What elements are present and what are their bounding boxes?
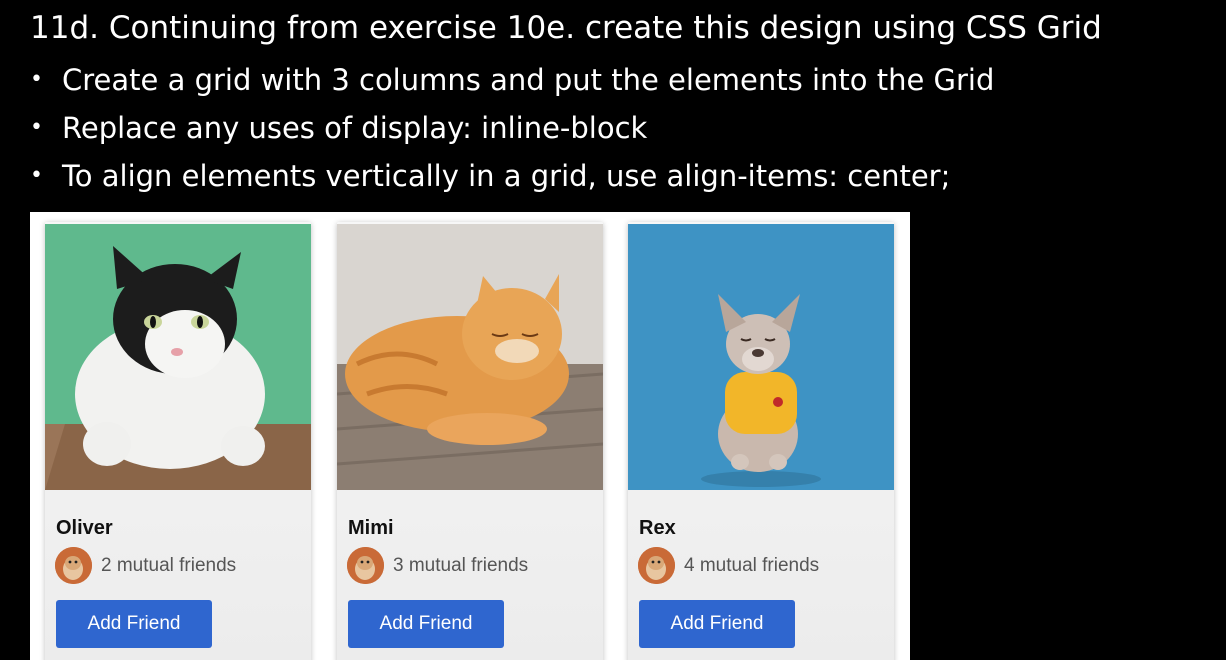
mutual-friends-count: 3 mutual friends xyxy=(393,554,529,576)
friend-name: Rex xyxy=(639,517,676,539)
mutual-friends-row: 2 mutual friends xyxy=(55,547,236,584)
add-friend-button[interactable]: Add Friend xyxy=(348,600,504,648)
cat-photo-mimi xyxy=(337,224,603,490)
instruction-text: Create a grid with 3 columns and put the… xyxy=(62,63,995,97)
instruction-list: • Create a grid with 3 columns and put t… xyxy=(30,56,994,200)
mutual-friends-row: 4 mutual friends xyxy=(638,547,819,584)
friend-card-rex: Rex 4 mutual friends Add Friend xyxy=(628,222,894,660)
slide-title: 11d. Continuing from exercise 10e. creat… xyxy=(30,10,1102,46)
add-friend-button[interactable]: Add Friend xyxy=(639,600,795,648)
friend-cards-demo: Oliver 2 mutual friends Add Friend Mimi … xyxy=(30,212,910,660)
bullet-icon: • xyxy=(30,67,43,92)
avatar xyxy=(347,547,384,584)
bullet-icon: • xyxy=(30,163,43,188)
instruction-text: Replace any uses of display: inline-bloc… xyxy=(62,111,648,145)
mutual-friends-row: 3 mutual friends xyxy=(347,547,528,584)
friend-name: Oliver xyxy=(56,517,113,539)
friend-card-mimi: Mimi 3 mutual friends Add Friend xyxy=(337,222,603,660)
instruction-item: • Replace any uses of display: inline-bl… xyxy=(30,104,994,152)
mutual-friends-count: 2 mutual friends xyxy=(101,554,237,576)
bullet-icon: • xyxy=(30,115,43,140)
avatar xyxy=(638,547,675,584)
friend-card-oliver: Oliver 2 mutual friends Add Friend xyxy=(45,222,311,660)
add-friend-button[interactable]: Add Friend xyxy=(56,600,212,648)
instruction-item: • To align elements vertically in a grid… xyxy=(30,152,994,200)
avatar xyxy=(55,547,92,584)
friend-name: Mimi xyxy=(348,517,394,539)
dog-photo-rex xyxy=(628,224,894,490)
instruction-item: • Create a grid with 3 columns and put t… xyxy=(30,56,994,104)
instruction-text: To align elements vertically in a grid, … xyxy=(62,159,951,193)
mutual-friends-count: 4 mutual friends xyxy=(684,554,820,576)
cat-photo-oliver xyxy=(45,224,311,490)
